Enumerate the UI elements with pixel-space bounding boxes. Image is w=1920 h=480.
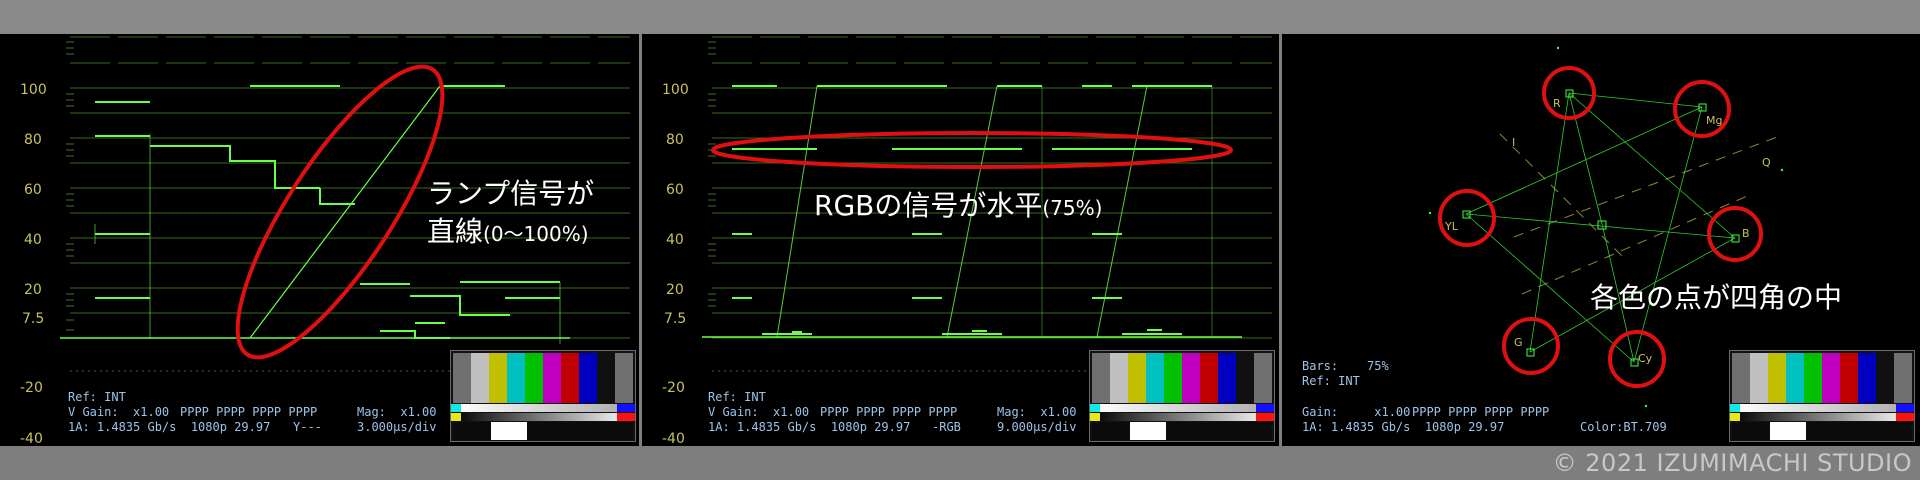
ramp-annotation-range: (0〜100%) xyxy=(483,222,589,246)
tick-minus-40: -40 xyxy=(20,431,43,446)
tick-40: 40 xyxy=(24,232,42,248)
timescale-label: 9.000μs/div xyxy=(997,420,1077,434)
copyright-text: © 2021 IZUMIMACHI STUDIO xyxy=(1552,449,1912,477)
gain-label: Gain: x1.00 xyxy=(1302,405,1411,419)
tick-100: 100 xyxy=(20,82,47,98)
mag-label: Mag: x1.00 xyxy=(997,405,1077,419)
waveform-rgb-panel: 100 80 60 40 20 7.5 -20 -40 RGBの信号が水平(75… xyxy=(642,34,1279,446)
ref-label: Ref: INT xyxy=(708,390,766,404)
color-bars-thumbnail xyxy=(1089,350,1275,442)
gain-bits: PPPP PPPP PPPP PPPP xyxy=(1412,405,1550,419)
target-label-cy: Cy xyxy=(1638,352,1653,365)
tick-100: 100 xyxy=(662,82,689,98)
target-label-g: G xyxy=(1514,336,1523,349)
color-bars-thumbnail xyxy=(450,350,636,442)
vgain-bits: PPPP PPPP PPPP PPPP xyxy=(820,405,958,419)
target-circle-mg xyxy=(1673,80,1731,138)
bars-label: Bars: 75% xyxy=(1302,359,1389,373)
vgain-bits: PPPP PPPP PPPP PPPP xyxy=(180,405,318,419)
color-bars-thumbnail xyxy=(1729,350,1915,442)
color-standard-label: Color:BT.709 xyxy=(1580,420,1667,434)
ramp-annotation: ランプ信号が 直線(0〜100%) xyxy=(427,175,594,253)
tick-60: 60 xyxy=(666,182,684,198)
rgb-annotation-text: RGBの信号が水平 xyxy=(814,189,1043,222)
status-line: 1A: 1.4835 Gb/s 1080p 29.97 xyxy=(68,420,271,434)
rgb-annotation-level: (75%) xyxy=(1042,196,1103,220)
tick-60: 60 xyxy=(24,182,42,198)
tick-20: 20 xyxy=(666,282,684,298)
target-label-r: R xyxy=(1553,97,1561,110)
vector-annotation: 各色の点が四角の中 xyxy=(1590,281,1843,314)
target-circle-b xyxy=(1707,206,1763,262)
rgb-annotation: RGBの信号が水平(75%) xyxy=(814,187,1102,227)
target-label-b: B xyxy=(1742,227,1750,240)
vgain-label: V Gain: x1.00 xyxy=(708,405,810,419)
ramp-annotation-line1: ランプ信号が xyxy=(427,177,595,210)
tick-minus-40: -40 xyxy=(662,431,685,446)
vectorscope-panel: R Mg B Cy G YL I Q 各色の点が四角の中 Bars: 75% R… xyxy=(1282,34,1920,446)
status-line: 1A: 1.4835 Gb/s 1080p 29.97 xyxy=(1302,420,1505,434)
waveform-luma-panel: 100 80 60 40 20 7.5 -20 -40 ランプ信号が 直線(0〜… xyxy=(0,34,639,446)
tick-7-5: 7.5 xyxy=(664,311,687,327)
tick-20: 20 xyxy=(24,282,42,298)
ramp-annotation-line2: 直線 xyxy=(427,215,484,248)
tick-40: 40 xyxy=(666,232,684,248)
timescale-label: 3.000μs/div xyxy=(357,420,437,434)
target-label-yl: YL xyxy=(1445,220,1458,233)
tick-minus-20: -20 xyxy=(662,380,685,396)
tick-80: 80 xyxy=(24,132,42,148)
axis-label-q: Q xyxy=(1762,156,1771,169)
ref-label: Ref: INT xyxy=(68,390,126,404)
target-label-mg: Mg xyxy=(1706,114,1723,127)
mode-label: Y--- xyxy=(293,420,322,434)
status-line: 1A: 1.4835 Gb/s 1080p 29.97 xyxy=(708,420,911,434)
mode-label: -RGB xyxy=(932,420,961,434)
vgain-label: V Gain: x1.00 xyxy=(68,405,170,419)
tick-minus-20: -20 xyxy=(20,380,43,396)
tick-7-5: 7.5 xyxy=(22,311,45,327)
tick-80: 80 xyxy=(666,132,684,148)
mag-label: Mag: x1.00 xyxy=(357,405,437,419)
axis-label-i: I xyxy=(1512,136,1516,149)
top-bar xyxy=(0,0,1920,34)
ref-label: Ref: INT xyxy=(1302,374,1360,388)
